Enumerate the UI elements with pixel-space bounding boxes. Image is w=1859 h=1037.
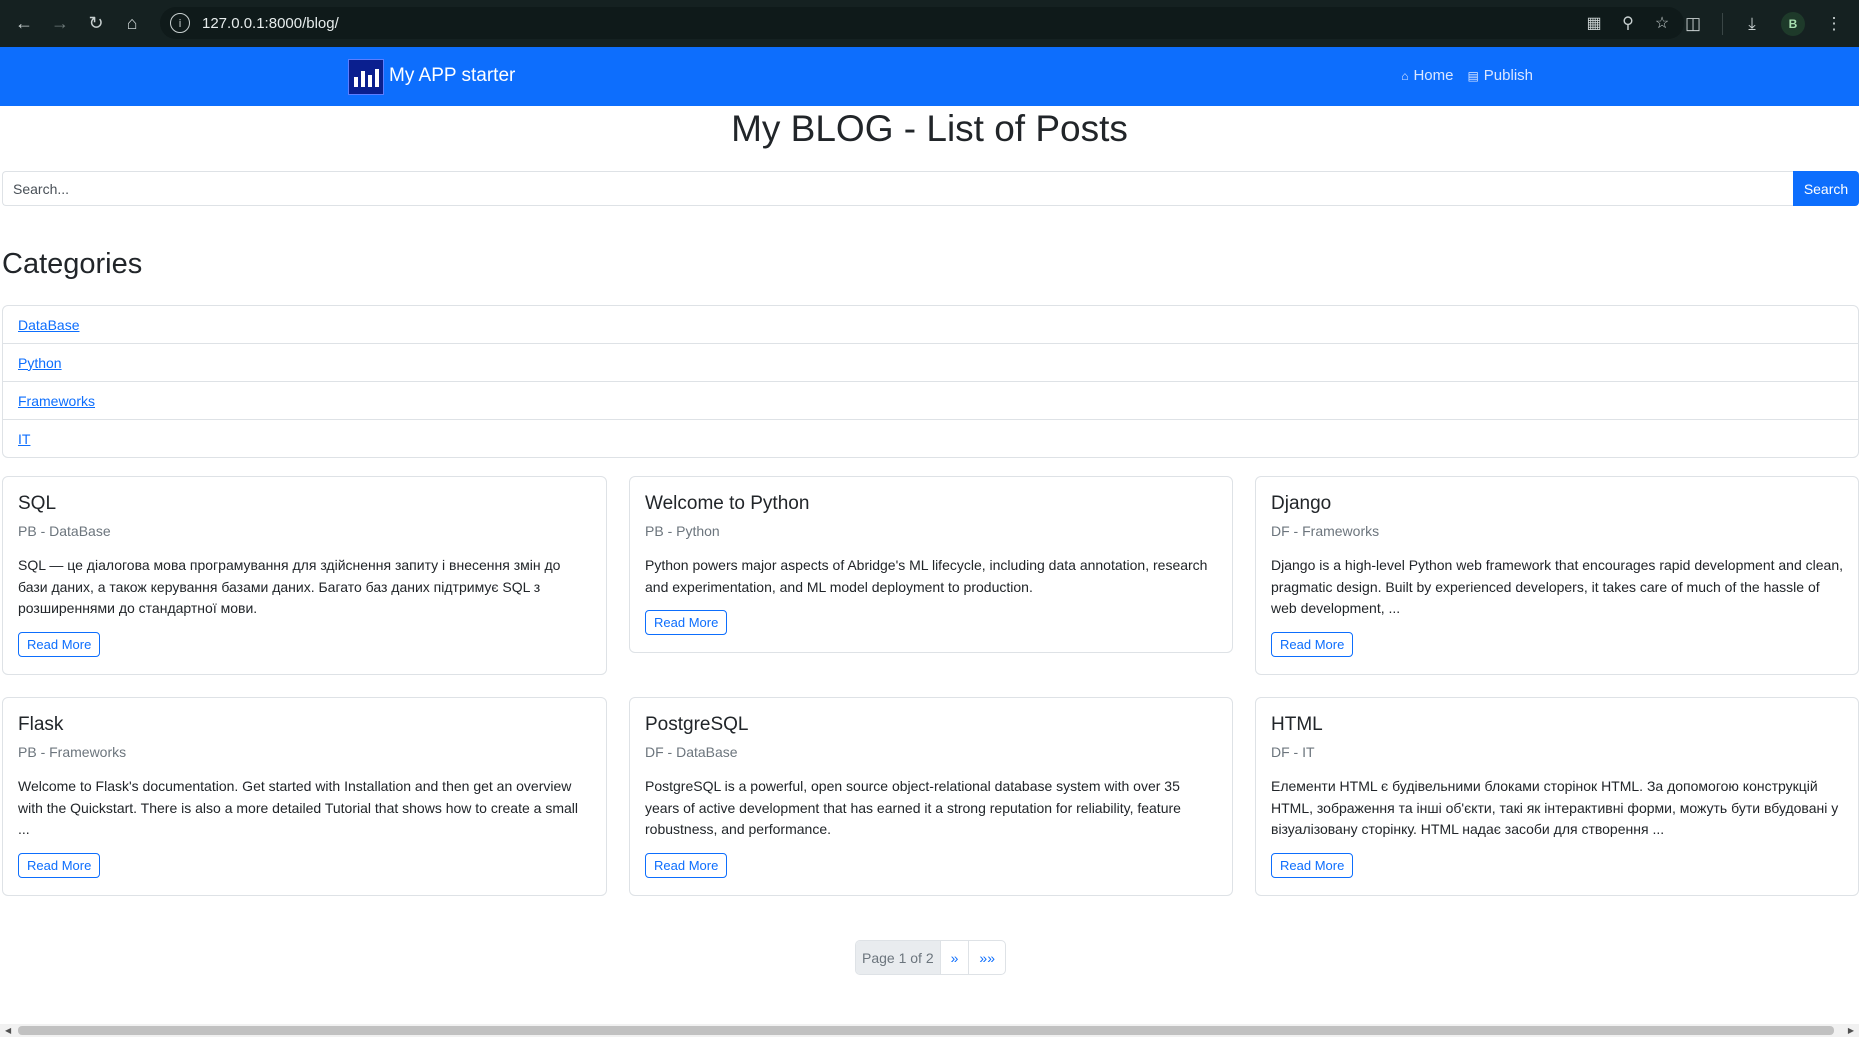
category-item: Frameworks: [3, 382, 1858, 420]
url-text[interactable]: 127.0.0.1:8000/blog/: [202, 15, 339, 32]
post-title: Flask: [18, 714, 64, 735]
nav-home-link[interactable]: ⌂ Home: [1401, 67, 1453, 84]
categories-heading: Categories: [2, 248, 143, 280]
post-card: Django DF - Frameworks Django is a high-…: [1255, 476, 1859, 675]
logo-icon[interactable]: [348, 59, 384, 95]
pagination-current: Page 1 of 2: [856, 941, 941, 974]
post-card: HTML DF - IT Елементи HTML є будівельним…: [1255, 697, 1859, 896]
download-icon[interactable]: ⤓: [1741, 14, 1763, 34]
read-more-button[interactable]: Read More: [645, 852, 728, 878]
horizontal-scrollbar[interactable]: ◀ ▶: [0, 1024, 1859, 1037]
category-item: DataBase: [3, 306, 1858, 344]
profile-avatar[interactable]: B: [1781, 11, 1805, 36]
menu-kebab-icon[interactable]: ⋮: [1823, 14, 1845, 34]
browser-toolbar: ← → ↻ ⌂ i 127.0.0.1:8000/blog/ ▦ ⚲ ☆ ◫ ⤓…: [0, 0, 1859, 47]
address-bar[interactable]: i 127.0.0.1:8000/blog/ ▦ ⚲ ☆: [160, 7, 1684, 39]
post-meta: PB - Frameworks: [18, 744, 127, 760]
book-icon: ▤: [1467, 68, 1479, 83]
post-title: HTML: [1271, 714, 1323, 735]
post-card: SQL PB - DataBase SQL — це діалогова мов…: [2, 476, 607, 675]
scrollbar-thumb[interactable]: [18, 1026, 1834, 1035]
translate-icon[interactable]: ▦: [1584, 13, 1604, 33]
post-meta: PB - Python: [645, 523, 720, 539]
post-title: Django: [1271, 493, 1332, 514]
home-icon[interactable]: ⌂: [114, 6, 150, 42]
post-excerpt: PostgreSQL is a powerful, open source ob…: [645, 778, 1181, 837]
site-info-icon[interactable]: i: [170, 13, 190, 33]
read-more-button[interactable]: Read More: [18, 631, 101, 657]
nav-publish-label: Publish: [1483, 67, 1533, 84]
post-excerpt: Welcome to Flask's documentation. Get st…: [18, 778, 578, 837]
read-more-button[interactable]: Read More: [1271, 852, 1354, 878]
pagination-next[interactable]: »: [941, 941, 970, 974]
category-link-frameworks[interactable]: Frameworks: [18, 393, 95, 409]
pagination-last[interactable]: »»: [969, 941, 1005, 974]
post-card: Flask PB - Frameworks Welcome to Flask's…: [2, 697, 607, 896]
brand-name[interactable]: My APP starter: [389, 65, 515, 87]
page-title: My BLOG - List of Posts: [731, 108, 1128, 149]
read-more-button[interactable]: Read More: [18, 852, 101, 878]
post-card: PostgreSQL DF - DataBase PostgreSQL is a…: [629, 697, 1233, 896]
read-more-button[interactable]: Read More: [645, 610, 728, 635]
pagination: Page 1 of 2 » »»: [855, 940, 1006, 975]
extensions-icon[interactable]: ◫: [1682, 14, 1704, 34]
post-title: PostgreSQL: [645, 714, 749, 735]
search-form: Search: [2, 171, 1859, 206]
app-navbar: My APP starter ⌂ Home ▤ Publish: [0, 47, 1859, 106]
post-meta: DF - Frameworks: [1271, 523, 1380, 539]
categories-list: DataBase Python Frameworks IT: [2, 305, 1859, 458]
post-meta: DF - DataBase: [645, 744, 738, 760]
category-item: Python: [3, 344, 1858, 382]
post-meta: DF - IT: [1271, 744, 1315, 760]
back-icon[interactable]: ←: [6, 6, 42, 42]
forward-icon[interactable]: →: [42, 6, 78, 42]
category-link-it[interactable]: IT: [18, 431, 30, 447]
nav-links: ⌂ Home ▤ Publish: [1401, 67, 1533, 84]
search-input[interactable]: [2, 171, 1793, 206]
scroll-left-icon[interactable]: ◀: [5, 1024, 11, 1037]
post-title: SQL: [18, 493, 57, 514]
category-link-python[interactable]: Python: [18, 355, 62, 371]
zoom-icon[interactable]: ⚲: [1618, 13, 1638, 33]
scroll-right-icon[interactable]: ▶: [1848, 1024, 1854, 1037]
home-icon: ⌂: [1401, 68, 1409, 83]
nav-home-label: Home: [1413, 67, 1454, 84]
read-more-button[interactable]: Read More: [1271, 631, 1354, 657]
category-link-database[interactable]: DataBase: [18, 317, 79, 333]
post-excerpt: Елементи HTML є будівельними блоками сто…: [1271, 778, 1839, 837]
reload-icon[interactable]: ↻: [78, 6, 114, 42]
post-excerpt: Python powers major aspects of Abridge's…: [645, 557, 1208, 595]
nav-publish-link[interactable]: ▤ Publish: [1467, 67, 1533, 84]
post-title: Welcome to Python: [645, 493, 810, 514]
post-excerpt: Django is a high-level Python web framew…: [1271, 557, 1844, 616]
bookmark-star-icon[interactable]: ☆: [1652, 13, 1672, 33]
post-card: Welcome to Python PB - Python Python pow…: [629, 476, 1233, 653]
toolbar-separator: [1722, 12, 1723, 35]
search-button[interactable]: Search: [1793, 171, 1859, 206]
post-meta: PB - DataBase: [18, 523, 111, 539]
post-excerpt: SQL — це діалогова мова програмування дл…: [18, 557, 561, 616]
category-item: IT: [3, 420, 1858, 457]
